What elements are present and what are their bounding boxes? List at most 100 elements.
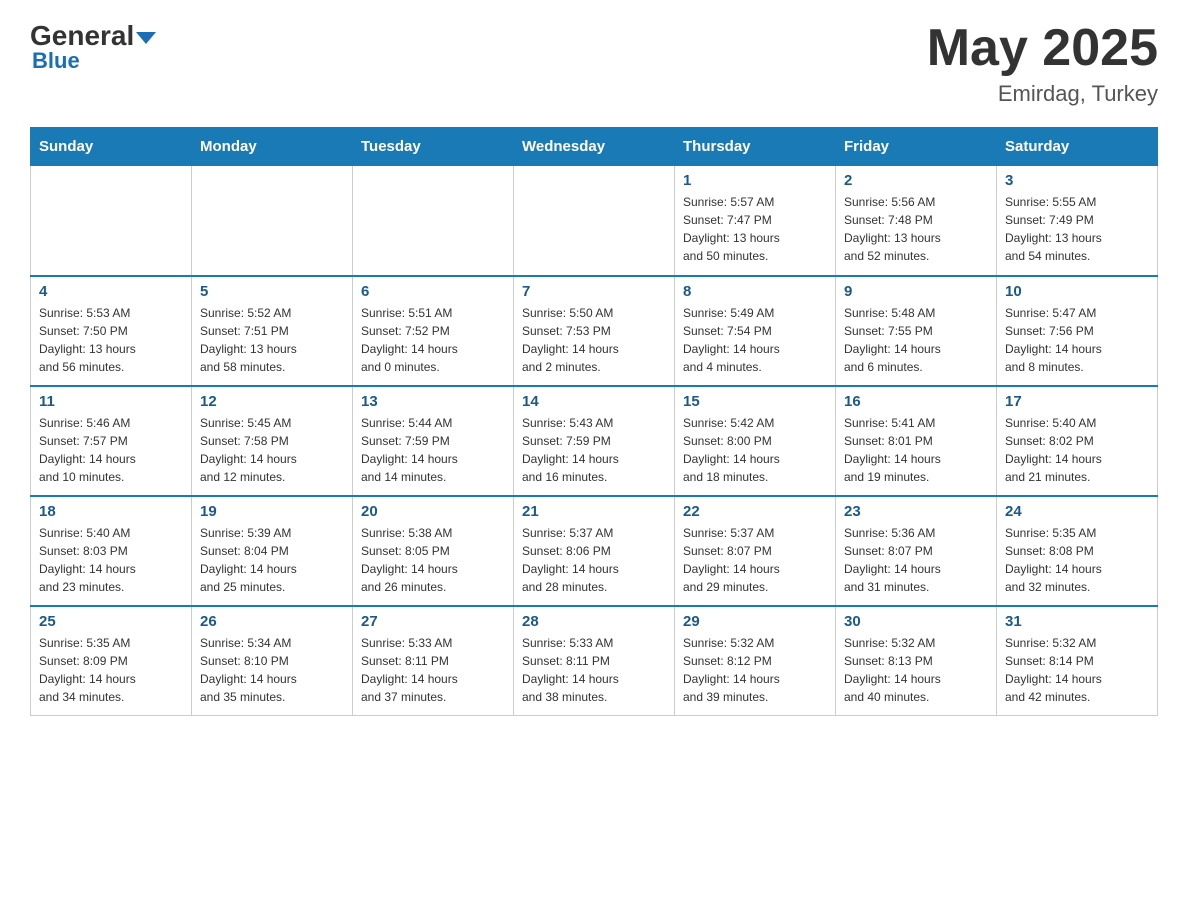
day-number: 2 — [844, 172, 988, 189]
day-number: 27 — [361, 613, 505, 630]
day-number: 25 — [39, 613, 183, 630]
day-info: Sunrise: 5:37 AMSunset: 8:06 PMDaylight:… — [522, 524, 666, 596]
day-cell: 21 Sunrise: 5:37 AMSunset: 8:06 PMDayligh… — [514, 496, 675, 606]
day-cell: 23 Sunrise: 5:36 AMSunset: 8:07 PMDayligh… — [836, 496, 997, 606]
week-row-2: 4 Sunrise: 5:53 AMSunset: 7:50 PMDaylight… — [31, 276, 1158, 386]
day-info: Sunrise: 5:35 AMSunset: 8:09 PMDaylight:… — [39, 634, 183, 706]
day-info: Sunrise: 5:47 AMSunset: 7:56 PMDaylight:… — [1005, 304, 1149, 376]
day-cell: 28 Sunrise: 5:33 AMSunset: 8:11 PMDayligh… — [514, 606, 675, 716]
day-number: 13 — [361, 393, 505, 410]
day-number: 31 — [1005, 613, 1149, 630]
day-number: 10 — [1005, 283, 1149, 300]
day-info: Sunrise: 5:50 AMSunset: 7:53 PMDaylight:… — [522, 304, 666, 376]
day-cell: 31 Sunrise: 5:32 AMSunset: 8:14 PMDayligh… — [997, 606, 1158, 716]
day-number: 24 — [1005, 503, 1149, 520]
logo: General Blue — [30, 20, 156, 74]
day-cell — [192, 166, 353, 276]
header-cell-friday: Friday — [836, 128, 997, 166]
day-cell: 10 Sunrise: 5:47 AMSunset: 7:56 PMDayligh… — [997, 276, 1158, 386]
page-header: General Blue May 2025 Emirdag, Turkey — [30, 20, 1158, 107]
day-info: Sunrise: 5:57 AMSunset: 7:47 PMDaylight:… — [683, 193, 827, 265]
day-info: Sunrise: 5:33 AMSunset: 8:11 PMDaylight:… — [522, 634, 666, 706]
day-cell: 18 Sunrise: 5:40 AMSunset: 8:03 PMDayligh… — [31, 496, 192, 606]
header-cell-saturday: Saturday — [997, 128, 1158, 166]
day-number: 1 — [683, 172, 827, 189]
day-number: 4 — [39, 283, 183, 300]
day-number: 30 — [844, 613, 988, 630]
day-info: Sunrise: 5:37 AMSunset: 8:07 PMDaylight:… — [683, 524, 827, 596]
day-info: Sunrise: 5:33 AMSunset: 8:11 PMDaylight:… — [361, 634, 505, 706]
day-cell: 29 Sunrise: 5:32 AMSunset: 8:12 PMDayligh… — [675, 606, 836, 716]
day-info: Sunrise: 5:38 AMSunset: 8:05 PMDaylight:… — [361, 524, 505, 596]
day-info: Sunrise: 5:48 AMSunset: 7:55 PMDaylight:… — [844, 304, 988, 376]
day-info: Sunrise: 5:39 AMSunset: 8:04 PMDaylight:… — [200, 524, 344, 596]
day-cell: 20 Sunrise: 5:38 AMSunset: 8:05 PMDayligh… — [353, 496, 514, 606]
header-cell-sunday: Sunday — [31, 128, 192, 166]
day-info: Sunrise: 5:56 AMSunset: 7:48 PMDaylight:… — [844, 193, 988, 265]
day-number: 29 — [683, 613, 827, 630]
month-year-title: May 2025 — [927, 20, 1158, 77]
header-row: SundayMondayTuesdayWednesdayThursdayFrid… — [31, 128, 1158, 166]
week-row-1: 1 Sunrise: 5:57 AMSunset: 7:47 PMDaylight… — [31, 166, 1158, 276]
day-cell: 11 Sunrise: 5:46 AMSunset: 7:57 PMDayligh… — [31, 386, 192, 496]
day-info: Sunrise: 5:32 AMSunset: 8:14 PMDaylight:… — [1005, 634, 1149, 706]
day-number: 9 — [844, 283, 988, 300]
title-section: May 2025 Emirdag, Turkey — [927, 20, 1158, 107]
day-cell: 1 Sunrise: 5:57 AMSunset: 7:47 PMDaylight… — [675, 166, 836, 276]
day-cell: 26Sunrise: 5:34 AMSunset: 8:10 PMDayligh… — [192, 606, 353, 716]
day-cell: 24Sunrise: 5:35 AMSunset: 8:08 PMDayligh… — [997, 496, 1158, 606]
day-info: Sunrise: 5:53 AMSunset: 7:50 PMDaylight:… — [39, 304, 183, 376]
calendar-header: SundayMondayTuesdayWednesdayThursdayFrid… — [31, 128, 1158, 166]
day-cell: 30 Sunrise: 5:32 AMSunset: 8:13 PMDayligh… — [836, 606, 997, 716]
day-info: Sunrise: 5:32 AMSunset: 8:12 PMDaylight:… — [683, 634, 827, 706]
day-number: 22 — [683, 503, 827, 520]
header-cell-thursday: Thursday — [675, 128, 836, 166]
header-cell-tuesday: Tuesday — [353, 128, 514, 166]
day-cell — [31, 166, 192, 276]
day-number: 11 — [39, 393, 183, 410]
day-info: Sunrise: 5:43 AMSunset: 7:59 PMDaylight:… — [522, 414, 666, 486]
week-row-3: 11 Sunrise: 5:46 AMSunset: 7:57 PMDayligh… — [31, 386, 1158, 496]
day-number: 15 — [683, 393, 827, 410]
day-cell: 17Sunrise: 5:40 AMSunset: 8:02 PMDayligh… — [997, 386, 1158, 496]
day-number: 26 — [200, 613, 344, 630]
day-info: Sunrise: 5:41 AMSunset: 8:01 PMDaylight:… — [844, 414, 988, 486]
day-number: 3 — [1005, 172, 1149, 189]
day-number: 23 — [844, 503, 988, 520]
day-cell: 27 Sunrise: 5:33 AMSunset: 8:11 PMDayligh… — [353, 606, 514, 716]
day-number: 5 — [200, 283, 344, 300]
day-number: 12 — [200, 393, 344, 410]
day-cell: 13 Sunrise: 5:44 AMSunset: 7:59 PMDayligh… — [353, 386, 514, 496]
location-title: Emirdag, Turkey — [927, 81, 1158, 107]
day-cell: 4 Sunrise: 5:53 AMSunset: 7:50 PMDaylight… — [31, 276, 192, 386]
day-info: Sunrise: 5:45 AMSunset: 7:58 PMDaylight:… — [200, 414, 344, 486]
week-row-5: 25 Sunrise: 5:35 AMSunset: 8:09 PMDayligh… — [31, 606, 1158, 716]
day-info: Sunrise: 5:44 AMSunset: 7:59 PMDaylight:… — [361, 414, 505, 486]
day-cell: 15Sunrise: 5:42 AMSunset: 8:00 PMDayligh… — [675, 386, 836, 496]
day-number: 28 — [522, 613, 666, 630]
day-number: 6 — [361, 283, 505, 300]
day-info: Sunrise: 5:36 AMSunset: 8:07 PMDaylight:… — [844, 524, 988, 596]
day-number: 18 — [39, 503, 183, 520]
day-cell: 6Sunrise: 5:51 AMSunset: 7:52 PMDaylight… — [353, 276, 514, 386]
day-cell: 8Sunrise: 5:49 AMSunset: 7:54 PMDaylight… — [675, 276, 836, 386]
day-info: Sunrise: 5:46 AMSunset: 7:57 PMDaylight:… — [39, 414, 183, 486]
logo-blue: Blue — [32, 48, 80, 74]
header-cell-wednesday: Wednesday — [514, 128, 675, 166]
calendar-body: 1 Sunrise: 5:57 AMSunset: 7:47 PMDaylight… — [31, 166, 1158, 716]
day-number: 8 — [683, 283, 827, 300]
day-cell: 14Sunrise: 5:43 AMSunset: 7:59 PMDayligh… — [514, 386, 675, 496]
day-info: Sunrise: 5:40 AMSunset: 8:03 PMDaylight:… — [39, 524, 183, 596]
week-row-4: 18 Sunrise: 5:40 AMSunset: 8:03 PMDayligh… — [31, 496, 1158, 606]
day-number: 20 — [361, 503, 505, 520]
day-cell: 19Sunrise: 5:39 AMSunset: 8:04 PMDayligh… — [192, 496, 353, 606]
day-info: Sunrise: 5:32 AMSunset: 8:13 PMDaylight:… — [844, 634, 988, 706]
header-cell-monday: Monday — [192, 128, 353, 166]
day-cell: 22 Sunrise: 5:37 AMSunset: 8:07 PMDayligh… — [675, 496, 836, 606]
day-number: 21 — [522, 503, 666, 520]
day-cell: 16 Sunrise: 5:41 AMSunset: 8:01 PMDayligh… — [836, 386, 997, 496]
day-cell — [514, 166, 675, 276]
day-number: 16 — [844, 393, 988, 410]
day-cell: 3Sunrise: 5:55 AMSunset: 7:49 PMDaylight… — [997, 166, 1158, 276]
day-cell: 25 Sunrise: 5:35 AMSunset: 8:09 PMDayligh… — [31, 606, 192, 716]
